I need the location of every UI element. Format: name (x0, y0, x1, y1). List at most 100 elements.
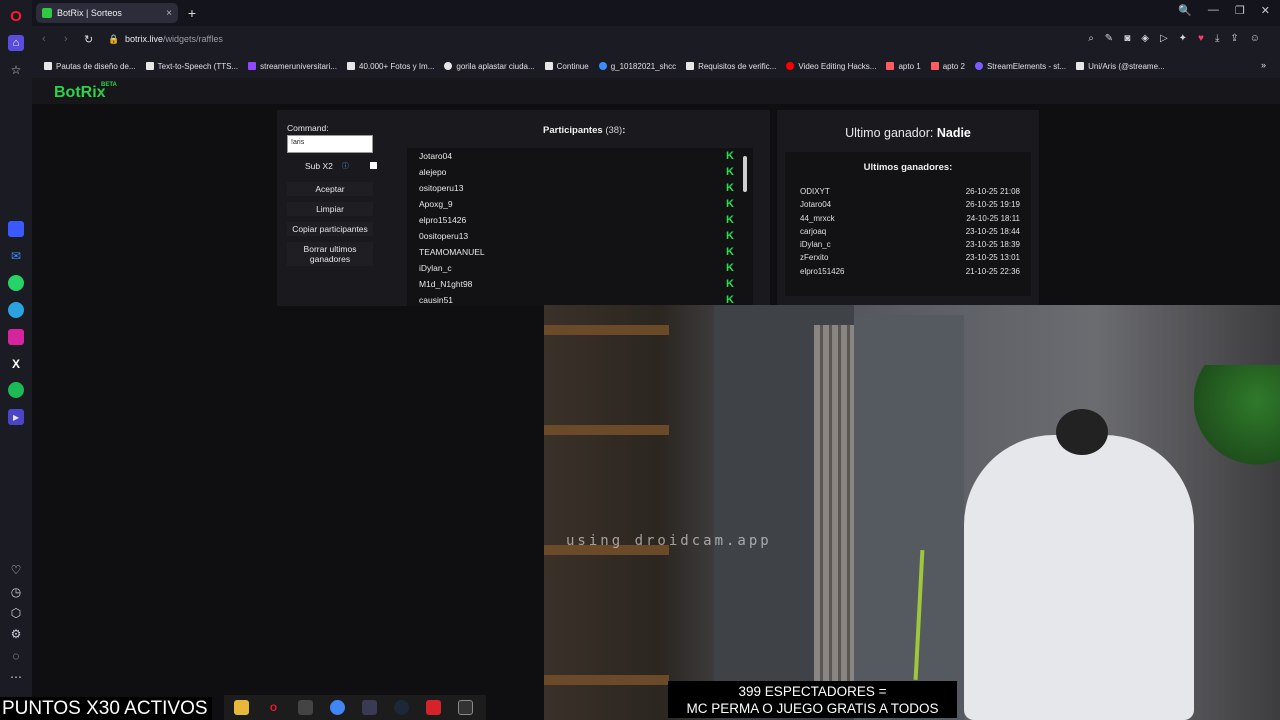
kick-icon: K (726, 149, 734, 162)
address-bar-row: ‹ › ↻ 🔒 botrix.live/widgets/raffles ⌕ ✎ … (32, 26, 1280, 54)
scroll-thumb[interactable] (743, 156, 747, 192)
profile-icon[interactable]: ☺ (1250, 33, 1260, 44)
chrome-icon[interactable] (330, 700, 345, 715)
shield-icon[interactable]: ◈ (1141, 33, 1149, 44)
zoom-icon[interactable]: ⌕ (1088, 33, 1094, 44)
bookmarks-more-icon[interactable]: » (1261, 60, 1266, 70)
delete-winners-button[interactable]: Borrar ultimos ganadores (287, 242, 373, 266)
command-label: Command: (287, 123, 329, 133)
bookmark-item[interactable]: Requisitos de verific... (686, 62, 776, 71)
forward-icon[interactable]: › (64, 33, 68, 45)
bookmark-item[interactable]: StreamElements - st... (974, 62, 1066, 71)
url-field[interactable]: botrix.live/widgets/raffles (125, 34, 223, 44)
whatsapp-icon[interactable] (8, 275, 24, 291)
botrix-logo[interactable]: BotRix (54, 84, 106, 102)
bookmark-item[interactable]: g_10182021_shcc (598, 62, 676, 71)
download-icon[interactable]: ⤓ (1215, 33, 1219, 44)
edit-icon[interactable]: ✎ (1105, 33, 1113, 44)
obs-icon[interactable] (458, 700, 473, 715)
tab-strip: BotRix | Sorteos × + 🔍 — ❐ ✕ (32, 0, 1280, 26)
beta-badge: BETA (101, 82, 117, 88)
plant (1194, 365, 1280, 485)
cube-icon[interactable]: ⬡ (8, 605, 24, 621)
settings-icon[interactable]: ⚙ (8, 626, 24, 642)
lightbulb-icon[interactable]: ◌ (8, 648, 24, 664)
bookmark-item[interactable]: Uni/Aris (@streame... (1076, 62, 1165, 71)
bookmark-favicon-icon (544, 62, 553, 70)
home-icon[interactable]: ⌂ (8, 35, 24, 51)
folder-icon[interactable] (234, 700, 249, 715)
shelf (544, 325, 669, 335)
window-icon[interactable] (362, 700, 377, 715)
star-icon[interactable]: ☆ (8, 62, 24, 78)
google-icon (444, 62, 453, 70)
messenger-icon[interactable]: ✉ (8, 248, 24, 264)
play-icon[interactable]: ▷ (1160, 33, 1168, 44)
heart-outline-icon[interactable]: ♡ (8, 562, 24, 578)
copy-participants-button[interactable]: Copiar participantes (287, 222, 373, 236)
command-input[interactable]: !aris (287, 135, 373, 153)
list-item: iDylan_c K (419, 261, 734, 274)
participants-scrollbar[interactable] (743, 148, 747, 306)
winner-row: Jotaro04 26-10-25 19:19 (800, 200, 1020, 209)
steam-icon[interactable] (394, 700, 409, 715)
winner-row: iDylan_c 23-10-25 18:39 (800, 240, 1020, 249)
telegram-icon[interactable] (8, 302, 24, 318)
opera-logo-icon[interactable]: O (8, 8, 24, 25)
airbnb-icon (886, 62, 895, 70)
share-icon[interactable]: ⇪ (1230, 33, 1238, 44)
participants-list[interactable]: Jotaro04 K alejepo K ositoperu13 K Apoxg_9 K… (407, 148, 753, 306)
list-item: M1d_N1ght98 K (419, 277, 734, 290)
tab-search-icon[interactable]: 🔍 (1178, 4, 1192, 17)
spotify-icon[interactable] (8, 382, 24, 398)
instagram-icon[interactable] (8, 329, 24, 345)
taskbar: O (224, 695, 486, 720)
clear-button[interactable]: Limpiar (287, 202, 373, 216)
bookmark-item[interactable]: streameruniversitari... (248, 62, 337, 71)
botrix-favicon-icon (42, 8, 52, 18)
list-item: 0ositoperu13 K (419, 229, 734, 242)
opera-icon[interactable]: O (266, 700, 281, 715)
heart-icon[interactable]: ♥ (1198, 33, 1204, 44)
reload-icon[interactable]: ↻ (84, 33, 93, 46)
bookmarks-bar: Pautas de diseño de... Text-to-Speech (T… (32, 54, 1280, 78)
participants-title: Participantes (38): (543, 125, 626, 136)
viewers-line-1: 399 ESPECTADORES = (738, 684, 887, 699)
minimize-button[interactable]: — (1208, 4, 1219, 17)
youtube-icon (786, 62, 795, 70)
aria-icon[interactable] (8, 221, 24, 237)
app-red-icon[interactable] (426, 700, 441, 715)
bookmark-item[interactable]: apto 1 (886, 62, 921, 71)
list-item: Apoxg_9 K (419, 197, 734, 210)
close-window-button[interactable]: ✕ (1261, 4, 1270, 17)
tab-botrix[interactable]: BotRix | Sorteos × (36, 3, 178, 23)
bookmark-item[interactable]: apto 2 (930, 62, 965, 71)
new-tab-button[interactable]: + (184, 5, 200, 21)
tiktok-icon (1076, 62, 1085, 70)
bookmark-item[interactable]: Video Editing Hacks... (786, 62, 876, 71)
info-icon[interactable]: ⓘ (342, 161, 349, 171)
bookmark-item[interactable]: 40.000+ Fotos y Im... (347, 62, 434, 71)
bookmark-item[interactable]: Text-to-Speech (TTS... (145, 62, 238, 71)
bookmark-item[interactable]: Continue (544, 62, 589, 71)
bookmark-item[interactable]: Pautas de diseño de... (44, 62, 136, 71)
lock-icon[interactable]: 🔒 (108, 34, 119, 44)
maximize-button[interactable]: ❐ (1235, 4, 1245, 17)
botrix-header: BotRix BETA (32, 78, 1280, 104)
player-icon[interactable]: ▸ (8, 409, 24, 425)
extensions-icon[interactable]: ✦ (1179, 33, 1187, 44)
history-icon[interactable]: ◷ (8, 584, 24, 600)
kick-icon: K (726, 277, 734, 290)
app-icon[interactable] (298, 700, 313, 715)
back-icon[interactable]: ‹ (42, 33, 46, 45)
camera-icon[interactable]: ◙ (1124, 33, 1130, 44)
x-icon[interactable]: X (8, 356, 24, 372)
accept-button[interactable]: Aceptar (287, 182, 373, 196)
bookmark-item[interactable]: gorila aplastar ciuda... (444, 62, 535, 71)
close-tab-icon[interactable]: × (166, 8, 172, 19)
more-icon[interactable]: ⋯ (8, 669, 24, 685)
bookmark-favicon-icon (347, 62, 356, 70)
subx2-checkbox[interactable] (370, 162, 377, 169)
winner-row: elpro151426 21-10-25 22:36 (800, 267, 1020, 276)
list-item: alejepo K (419, 165, 734, 178)
